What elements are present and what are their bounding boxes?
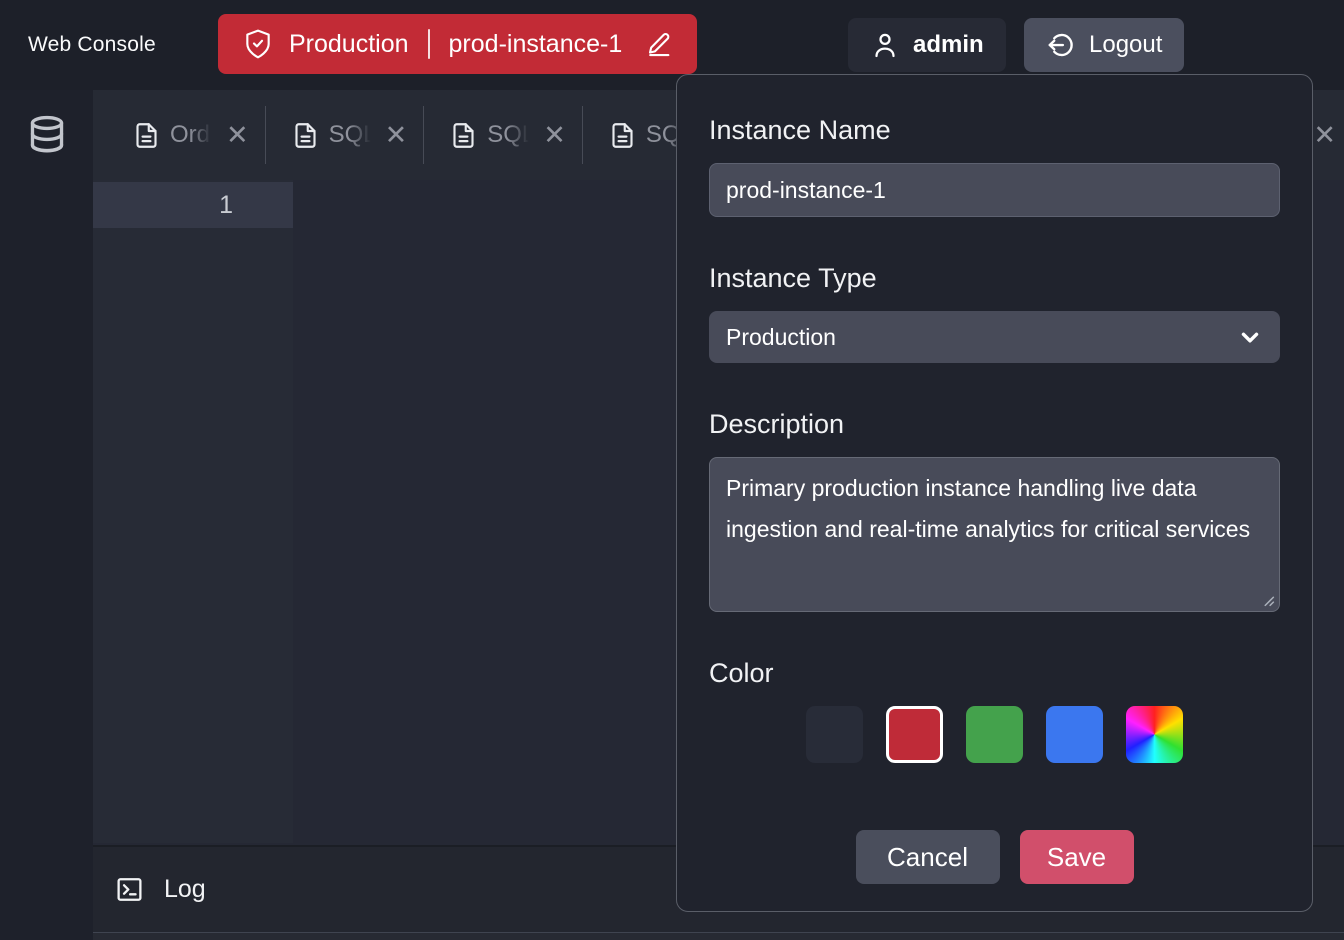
- color-swatch-row: [709, 706, 1280, 763]
- instance-badge[interactable]: Production prod-instance-1: [218, 14, 697, 74]
- description-textarea[interactable]: Primary production instance handling liv…: [709, 457, 1280, 612]
- log-label: Log: [164, 875, 206, 904]
- file-icon: [133, 122, 160, 149]
- instance-type-label: Production: [289, 30, 409, 59]
- description-label: Description: [709, 407, 1280, 441]
- file-icon: [292, 122, 319, 149]
- tab-orders[interactable]: Ord ✕: [93, 90, 265, 180]
- file-icon: [609, 122, 636, 149]
- dialog-buttons: Cancel Save: [709, 830, 1280, 884]
- terminal-icon: [115, 875, 144, 904]
- logout-label: Logout: [1089, 31, 1162, 59]
- instance-type-value: Production: [726, 324, 836, 351]
- chevron-down-icon: [1237, 324, 1263, 350]
- logout-button[interactable]: Logout: [1024, 18, 1184, 72]
- close-icon[interactable]: ✕: [1313, 90, 1336, 180]
- close-icon[interactable]: ✕: [224, 120, 251, 151]
- bottom-strip: [93, 932, 1344, 940]
- color-label: Color: [709, 656, 1280, 690]
- close-icon[interactable]: ✕: [383, 120, 410, 151]
- user-icon: [870, 30, 900, 60]
- color-swatch-rainbow[interactable]: [1126, 706, 1183, 763]
- user-chip[interactable]: admin: [848, 18, 1006, 72]
- app-title: Web Console: [28, 0, 156, 90]
- tab-label: SQL: [329, 121, 373, 149]
- user-name: admin: [913, 31, 984, 59]
- instance-type-select[interactable]: Production: [709, 311, 1280, 363]
- instance-type-label: Instance Type: [709, 261, 1280, 295]
- instance-name-label: prod-instance-1: [449, 30, 623, 59]
- tab-label: SQL: [487, 121, 531, 149]
- badge-separator: [428, 29, 430, 59]
- instance-settings-dialog: Instance Name Instance Type Production D…: [676, 74, 1313, 912]
- color-swatch-green[interactable]: [966, 706, 1023, 763]
- line-number-gutter: [93, 180, 293, 843]
- close-icon[interactable]: ✕: [541, 120, 568, 151]
- tab-sql-1[interactable]: SQL ✕: [266, 90, 424, 180]
- color-swatch-red[interactable]: [886, 706, 943, 763]
- tab-sql-2[interactable]: SQL ✕: [424, 90, 582, 180]
- shield-check-icon: [242, 28, 274, 60]
- color-swatch-default[interactable]: [806, 706, 863, 763]
- resize-handle-icon[interactable]: [1262, 594, 1275, 607]
- logout-icon: [1046, 30, 1076, 60]
- line-number: 1: [219, 191, 233, 220]
- instance-name-label: Instance Name: [709, 113, 1280, 147]
- database-icon[interactable]: [26, 114, 68, 160]
- edit-pencil-icon[interactable]: [645, 30, 673, 58]
- current-line-gutter: 1: [93, 182, 293, 228]
- tab-label: Ord: [170, 121, 214, 149]
- left-sidebar: [0, 90, 93, 940]
- save-button[interactable]: Save: [1020, 830, 1134, 884]
- file-icon: [450, 122, 477, 149]
- color-swatch-blue[interactable]: [1046, 706, 1103, 763]
- cancel-button[interactable]: Cancel: [856, 830, 1000, 884]
- instance-name-input[interactable]: [709, 163, 1280, 217]
